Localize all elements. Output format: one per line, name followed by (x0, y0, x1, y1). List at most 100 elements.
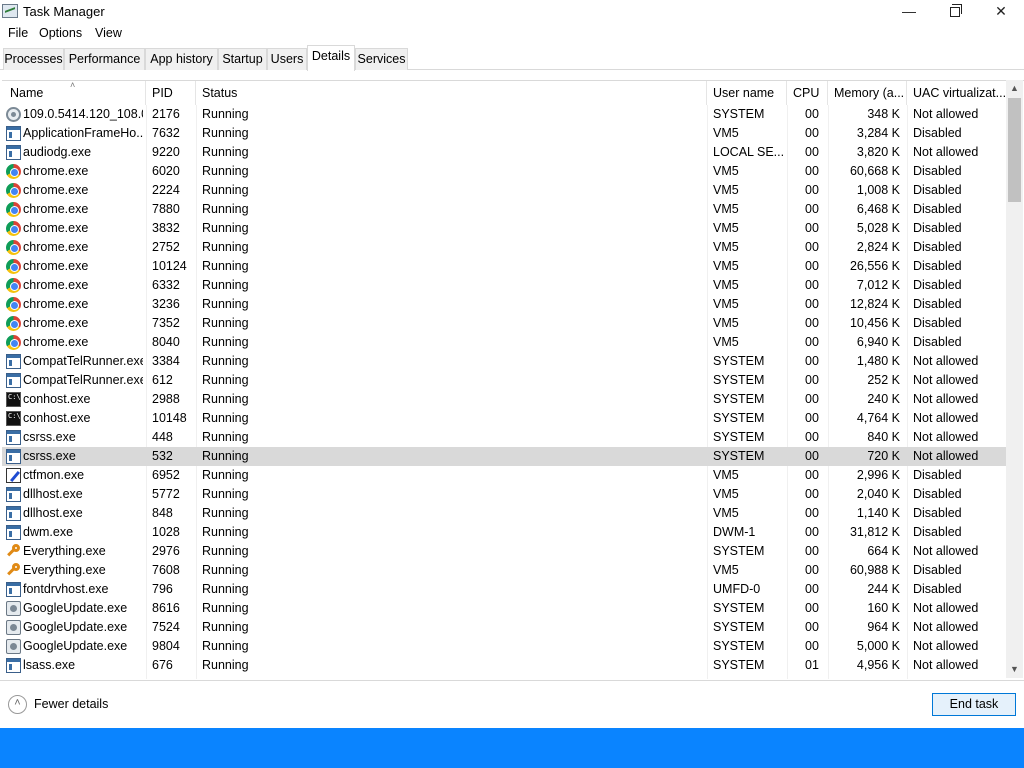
scroll-down-icon[interactable]: ▼ (1006, 661, 1023, 678)
table-row[interactable]: Everything.exe 2976 Running SYSTEM 00 664 K No… (2, 542, 1006, 561)
tab-users[interactable]: Users (267, 48, 307, 70)
table-row[interactable]: ApplicationFrameHo... 7632 Running VM5 00 3,2… (2, 124, 1006, 143)
process-uac: Not allowed (913, 639, 979, 653)
menu-view[interactable]: View (95, 26, 122, 40)
scroll-up-icon[interactable]: ▲ (1006, 80, 1023, 97)
table-row[interactable]: ctfmon.exe 6952 Running VM5 00 2,996 K Disable… (2, 466, 1006, 485)
key-icon (6, 544, 21, 559)
chrome-icon (6, 278, 21, 293)
process-name: chrome.exe (23, 202, 89, 216)
process-cpu: 00 (805, 506, 819, 520)
table-row[interactable]: csrss.exe 448 Running SYSTEM 00 840 K Not allo… (2, 428, 1006, 447)
column-header-cpu[interactable]: CPU (787, 81, 828, 105)
sort-up-icon: ˄ (70, 81, 76, 90)
table-row[interactable]: Everything.exe 7608 Running VM5 00 60,988 K Di… (2, 561, 1006, 580)
table-row[interactable]: conhost.exe 10148 Running SYSTEM 00 4,764 K No… (2, 409, 1006, 428)
maximize-button[interactable] (932, 0, 978, 24)
process-pid: 8040 (152, 335, 180, 349)
table-row[interactable]: lsass.exe 676 Running SYSTEM 01 4,956 K Not al… (2, 656, 1006, 675)
process-name: csrss.exe (23, 449, 76, 463)
process-uac: Not allowed (913, 449, 979, 463)
table-row[interactable]: chrome.exe 2224 Running VM5 00 1,008 K Disable… (2, 181, 1006, 200)
process-user: SYSTEM (713, 620, 765, 634)
process-pid: 10148 (152, 411, 187, 425)
table-row[interactable]: chrome.exe 2752 Running VM5 00 2,824 K Disable… (2, 238, 1006, 257)
process-pid: 3384 (152, 354, 180, 368)
process-pid: 6332 (152, 278, 180, 292)
process-memory: 60,988 K (849, 563, 900, 577)
fewer-details-link[interactable]: Fewer details (34, 697, 108, 711)
column-header-memory[interactable]: Memory (a... (828, 81, 907, 105)
process-status: Running (202, 411, 249, 425)
table-row[interactable]: audiodg.exe 9220 Running LOCAL SE... 00 3,820… (2, 143, 1006, 162)
table-row[interactable]: chrome.exe 6020 Running VM5 00 60,668 K Disabl… (2, 162, 1006, 181)
chrome-icon (6, 335, 21, 350)
table-row[interactable]: chrome.exe 7352 Running VM5 00 10,456 K Disabl… (2, 314, 1006, 333)
process-cpu: 00 (805, 278, 819, 292)
tab-performance[interactable]: Performance (64, 48, 145, 70)
table-row[interactable]: chrome.exe 10124 Running VM5 00 26,556 K Disab… (2, 257, 1006, 276)
task-manager-icon (2, 4, 18, 18)
chevron-up-icon[interactable]: ˄ (8, 695, 27, 714)
table-row[interactable]: 109.0.5414.120_108.0... 2176 Running SYSTEM… (2, 105, 1006, 124)
process-name: 109.0.5414.120_108.0... (23, 107, 143, 121)
menu-file[interactable]: File (8, 26, 28, 40)
end-task-button[interactable]: End task (932, 693, 1016, 716)
table-row[interactable]: conhost.exe 2988 Running SYSTEM 00 240 K Not a… (2, 390, 1006, 409)
table-row[interactable]: dwm.exe 1028 Running DWM-1 00 31,812 K Disable… (2, 523, 1006, 542)
table-row[interactable]: chrome.exe 3832 Running VM5 00 5,028 K Disable… (2, 219, 1006, 238)
process-pid: 7880 (152, 202, 180, 216)
process-pid: 2988 (152, 392, 180, 406)
scrollbar-thumb[interactable] (1008, 98, 1021, 202)
process-status: Running (202, 601, 249, 615)
column-header-uac[interactable]: UAC virtualizat... (907, 81, 1006, 105)
process-status: Running (202, 468, 249, 482)
table-row[interactable]: chrome.exe 6332 Running VM5 00 7,012 K Disable… (2, 276, 1006, 295)
process-name: conhost.exe (23, 411, 91, 425)
process-uac: Not allowed (913, 145, 979, 159)
table-row[interactable]: chrome.exe 8040 Running VM5 00 6,940 K Disable… (2, 333, 1006, 352)
table-row[interactable]: csrss.exe 532 Running SYSTEM 00 720 K Not allo… (2, 447, 1006, 466)
chrome-icon (6, 221, 21, 236)
process-pid: 848 (152, 506, 173, 520)
tab-app-history[interactable]: App history (145, 48, 218, 70)
process-name: ctfmon.exe (23, 468, 85, 482)
table-row[interactable]: GoogleUpdate.exe 9804 Running SYSTEM 00 5,000… (2, 637, 1006, 656)
process-memory: 5,000 K (856, 639, 900, 653)
process-user: VM5 (713, 221, 739, 235)
window-icon (6, 487, 21, 502)
table-row[interactable]: chrome.exe 7880 Running VM5 00 6,468 K Disable… (2, 200, 1006, 219)
process-pid: 10124 (152, 259, 187, 273)
table-row[interactable]: CompatTelRunner.exe 612 Running SYSTEM 00 252… (2, 371, 1006, 390)
column-header-pid[interactable]: PID (146, 81, 196, 105)
process-pid: 612 (152, 373, 173, 387)
close-button[interactable]: ✕ (978, 0, 1024, 24)
vertical-scrollbar[interactable]: ▲ ▼ (1006, 80, 1023, 678)
tab-startup[interactable]: Startup (218, 48, 267, 70)
process-uac: Disabled (913, 563, 962, 577)
process-pid: 9804 (152, 639, 180, 653)
table-row[interactable]: chrome.exe 3236 Running VM5 00 12,824 K Disabl… (2, 295, 1006, 314)
table-row[interactable]: dllhost.exe 848 Running VM5 00 1,140 K Disable… (2, 504, 1006, 523)
table-row[interactable]: GoogleUpdate.exe 8616 Running SYSTEM 00 160 K… (2, 599, 1006, 618)
table-row[interactable]: GoogleUpdate.exe 7524 Running SYSTEM 00 964 K… (2, 618, 1006, 637)
process-user: SYSTEM (713, 392, 765, 406)
process-name: fontdrvhost.exe (23, 582, 109, 596)
tab-services[interactable]: Services (355, 48, 408, 70)
minimize-button[interactable]: — (886, 0, 932, 24)
tab-details[interactable]: Details (307, 45, 355, 71)
column-header-name[interactable]: Name ˄ (4, 81, 146, 105)
column-header-status[interactable]: Status (196, 81, 707, 105)
window-icon (6, 145, 21, 160)
table-row[interactable]: fontdrvhost.exe 796 Running UMFD-0 00 244 K Di… (2, 580, 1006, 599)
menu-options[interactable]: Options (39, 26, 82, 40)
column-header-user-name[interactable]: User name (707, 81, 787, 105)
table-body: 109.0.5414.120_108.0... 2176 Running SYSTEM… (2, 105, 1006, 679)
column-header-label: Name (10, 86, 44, 100)
tab-processes[interactable]: Processes (3, 48, 64, 70)
process-memory: 31,812 K (849, 525, 900, 539)
table-row[interactable]: CompatTelRunner.exe 3384 Running SYSTEM 00 1,… (2, 352, 1006, 371)
process-name: chrome.exe (23, 335, 89, 349)
table-row[interactable]: dllhost.exe 5772 Running VM5 00 2,040 K Disabl… (2, 485, 1006, 504)
process-pid: 3236 (152, 297, 180, 311)
